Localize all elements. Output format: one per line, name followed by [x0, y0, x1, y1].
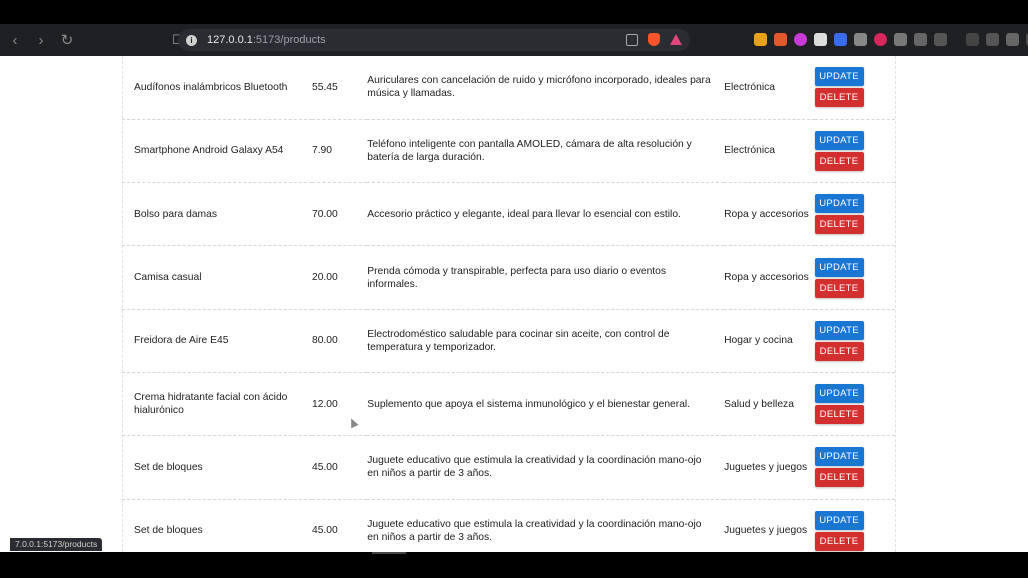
product-category: Hogar y cocina: [724, 335, 793, 347]
update-button[interactable]: UPDATE: [814, 194, 864, 214]
extension-icon[interactable]: [794, 33, 807, 46]
product-description: Prenda cómoda y transpirable, perfecta p…: [367, 265, 667, 290]
table-row: Freidora de Aire E45 80.00 Electrodoméstic…: [122, 309, 895, 373]
product-category: Ropa y accesorios: [724, 272, 809, 284]
product-description: Juguete educativo que estimula la creati…: [367, 518, 702, 543]
forward-icon[interactable]: ›: [30, 29, 52, 51]
extension-icon[interactable]: [834, 33, 847, 46]
product-category: Juguetes y juegos: [724, 525, 808, 537]
products-table: Audífonos inalámbricos Bluetooth 55.45 Aur…: [122, 56, 895, 552]
reload-icon[interactable]: ↻: [56, 29, 78, 51]
product-description: Accesorio práctico y elegante, ideal par…: [367, 208, 681, 220]
row-actions: UPDATE DELETE: [814, 499, 895, 552]
browser-window: ‹ › ↻ ☐ i 127.0.0.1:5173/products: [0, 24, 1028, 552]
table-border-right: [895, 56, 896, 552]
status-url: 7.0.0.1:5173/products: [10, 538, 103, 551]
product-price: 45.00: [311, 461, 338, 473]
product-name: Set de bloques: [134, 525, 203, 537]
sidebar-toggle-icon[interactable]: [966, 33, 979, 46]
site-info-icon[interactable]: i: [186, 34, 197, 46]
extension-icon[interactable]: [854, 33, 867, 46]
update-button[interactable]: UPDATE: [814, 447, 864, 467]
row-actions: UPDATE DELETE: [814, 183, 895, 246]
download-icon[interactable]: [1006, 33, 1019, 46]
product-name: Smartphone Android Galaxy A54: [134, 145, 284, 157]
extension-icon[interactable]: [814, 33, 827, 46]
extension-icon[interactable]: [914, 33, 927, 46]
product-name: Crema hidratante facial con ácido hialur…: [134, 392, 288, 417]
delete-button[interactable]: DELETE: [814, 531, 864, 551]
brave-shields-icon[interactable]: [648, 33, 660, 46]
product-category: Electrónica: [724, 145, 776, 157]
table-row: Audífonos inalámbricos Bluetooth 55.45 Aur…: [122, 56, 895, 120]
row-actions: UPDATE DELETE: [814, 436, 895, 499]
update-button[interactable]: UPDATE: [814, 130, 864, 150]
scroll-indicator: [372, 552, 406, 554]
product-name: Bolso para damas: [134, 208, 217, 220]
delete-button[interactable]: DELETE: [814, 88, 864, 108]
delete-button[interactable]: DELETE: [814, 278, 864, 298]
product-price: 55.45: [311, 81, 338, 93]
back-icon[interactable]: ‹: [4, 29, 26, 51]
product-description: Suplemento que apoya el sistema inmunoló…: [367, 398, 691, 410]
row-actions: UPDATE DELETE: [814, 246, 895, 309]
product-price: 7.90: [311, 145, 333, 157]
share-icon[interactable]: [626, 33, 638, 46]
product-name: Set de bloques: [134, 461, 203, 473]
extension-icon[interactable]: [754, 33, 767, 46]
extension-icon[interactable]: [934, 33, 947, 46]
update-button[interactable]: UPDATE: [814, 257, 864, 277]
product-description: Auriculares con cancelación de ruido y m…: [367, 75, 711, 100]
row-actions: UPDATE DELETE: [814, 372, 895, 435]
product-name: Camisa casual: [134, 272, 202, 284]
url-path: :5173/products: [252, 34, 326, 46]
extension-icon[interactable]: [874, 33, 887, 46]
extensions-bar: [754, 33, 1028, 46]
product-description: Electrodoméstico saludable para cocinar …: [367, 328, 670, 353]
recording-frame: ‹ › ↻ ☐ i 127.0.0.1:5173/products: [0, 0, 1028, 578]
wallet-icon[interactable]: [986, 33, 999, 46]
delete-button[interactable]: DELETE: [814, 341, 864, 361]
row-actions: UPDATE DELETE: [814, 56, 895, 119]
table-row: Smartphone Android Galaxy A54 7.90 Teléfon…: [122, 119, 895, 183]
table-row: Bolso para damas 70.00 Accesorio práctico …: [122, 183, 895, 246]
update-button[interactable]: UPDATE: [814, 510, 864, 530]
product-price: 45.00: [311, 525, 338, 537]
delete-button[interactable]: DELETE: [814, 215, 864, 235]
update-button[interactable]: UPDATE: [814, 67, 864, 87]
update-button[interactable]: UPDATE: [814, 320, 864, 340]
address-bar[interactable]: i 127.0.0.1:5173/products: [178, 29, 690, 51]
product-category: Juguetes y juegos: [724, 461, 808, 473]
product-category: Electrónica: [724, 81, 776, 93]
update-button[interactable]: UPDATE: [814, 384, 864, 404]
product-category: Salud y belleza: [724, 398, 794, 410]
product-description: Teléfono inteligente con pantalla AMOLED…: [367, 138, 692, 163]
table-row: Set de bloques 45.00 Juguete educativo que…: [122, 436, 895, 500]
product-price: 20.00: [311, 272, 338, 284]
url-text: 127.0.0.1:5173/products: [207, 34, 326, 46]
product-price: 70.00: [311, 208, 338, 220]
row-actions: UPDATE DELETE: [814, 119, 895, 182]
table-row: Camisa casual 20.00 Prenda cómoda y transp…: [122, 246, 895, 310]
product-category: Ropa y accesorios: [724, 208, 809, 220]
product-price: 12.00: [311, 398, 338, 410]
row-actions: UPDATE DELETE: [814, 309, 895, 372]
extension-icon[interactable]: [774, 33, 787, 46]
page-content: Audífonos inalámbricos Bluetooth 55.45 Aur…: [10, 56, 1018, 552]
product-description: Juguete educativo que estimula la creati…: [367, 455, 702, 480]
table-row: Set de bloques 45.00 Juguete educativo que…: [122, 499, 895, 552]
delete-button[interactable]: DELETE: [814, 468, 864, 488]
product-name: Audífonos inalámbricos Bluetooth: [134, 81, 288, 93]
delete-button[interactable]: DELETE: [814, 405, 864, 425]
delete-button[interactable]: DELETE: [814, 151, 864, 171]
brave-rewards-icon[interactable]: [670, 34, 682, 45]
product-price: 80.00: [311, 335, 338, 347]
table-row: Crema hidratante facial con ácido hialur…: [122, 372, 895, 436]
url-host: 127.0.0.1: [207, 34, 253, 46]
product-name: Freidora de Aire E45: [134, 335, 229, 347]
browser-toolbar: ‹ › ↻ ☐ i 127.0.0.1:5173/products: [0, 24, 1028, 56]
extension-icon[interactable]: [894, 33, 907, 46]
